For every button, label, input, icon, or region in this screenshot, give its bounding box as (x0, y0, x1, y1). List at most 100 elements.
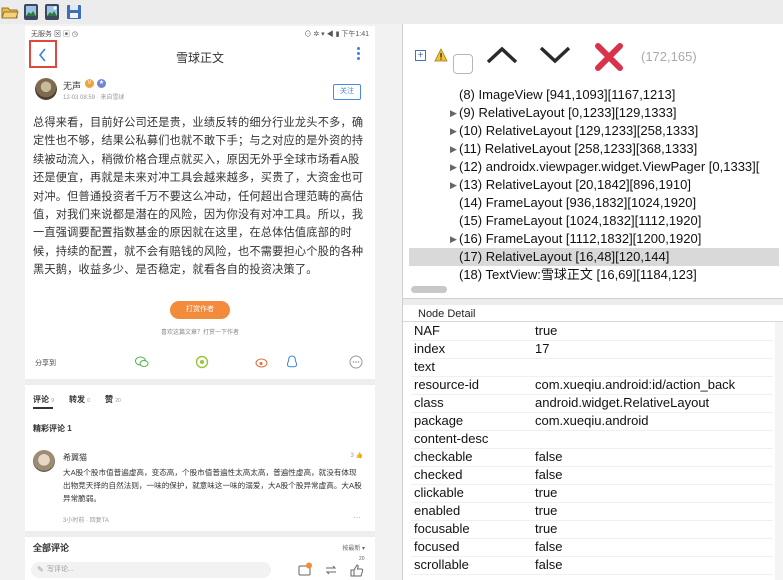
detail-value: true (535, 521, 558, 536)
detail-row[interactable]: checked false (411, 466, 773, 485)
detail-key: checked (414, 467, 463, 482)
expand-arrow-icon[interactable]: ▶ (450, 158, 457, 176)
detail-row[interactable]: scrollable false (411, 556, 773, 575)
comment-tabs: 评论 9 转发 0 赞 20 (33, 394, 333, 410)
expand-arrow-icon[interactable]: ▶ (450, 104, 457, 122)
more-share-icon[interactable] (349, 355, 363, 369)
more-options-icon[interactable] (357, 47, 361, 62)
chevron-down-icon[interactable] (538, 44, 572, 66)
cursor-coordinates: (172,165) (641, 49, 697, 64)
detail-value: false (535, 449, 563, 464)
commenter-name[interactable]: 希翼猫 (63, 452, 87, 463)
write-comment-input[interactable]: ✎ 写评论... (31, 562, 271, 578)
detail-row[interactable]: class android.widget.RelativeLayout (411, 394, 773, 413)
filter-checkbox[interactable] (453, 54, 473, 74)
like-icon[interactable] (349, 562, 365, 578)
comment-item: 希翼猫 3 👍 大A股个股市值普遍虚高，变态高，个股市值普遍性太高太高，普遍性虚… (33, 448, 367, 528)
comment-icon[interactable] (297, 562, 313, 578)
comment-meta[interactable]: 3小时前 · 回复TA (63, 515, 109, 524)
weibo-icon[interactable] (255, 355, 269, 369)
moments-icon[interactable] (195, 355, 209, 369)
tree-node[interactable]: ▶ (13) RelativeLayout [20,1842][896,1910] (403, 176, 783, 194)
detail-row[interactable]: enabled true (411, 502, 773, 521)
detail-row[interactable]: checkable false (411, 448, 773, 467)
device-screenshot-icon[interactable] (22, 3, 40, 21)
tab-reposts[interactable]: 转发 0 (69, 394, 90, 405)
expand-arrow-icon[interactable]: ▶ (450, 122, 457, 140)
comment-more-icon[interactable]: ··· (353, 513, 361, 522)
detail-key: resource-id (414, 377, 480, 392)
detail-key: class (414, 395, 444, 410)
tab-comments[interactable]: 评论 9 (33, 394, 54, 405)
expand-arrow-icon[interactable]: ▶ (450, 230, 457, 248)
author-name[interactable]: 无声 (63, 79, 81, 92)
tree-node[interactable]: (15) FrameLayout [1024,1832][1112,1920] (403, 212, 783, 230)
comment-like-button[interactable]: 3 👍 (351, 452, 364, 459)
device-screenshot-compressed-icon[interactable] (43, 3, 61, 21)
detail-value: false (535, 467, 563, 482)
detail-row[interactable]: NAF true (411, 322, 773, 341)
open-folder-icon[interactable] (1, 3, 19, 21)
tree-toolbar: + (172,165) (403, 24, 783, 86)
detail-row[interactable]: resource-id com.xueqiu.android:id/action_… (411, 376, 773, 395)
save-icon[interactable] (65, 3, 83, 21)
tree-node-label: (12) androidx.viewpager.widget.ViewPager… (459, 159, 760, 174)
detail-row[interactable]: package com.xueqiu.android (411, 412, 773, 431)
phone-screen[interactable]: 无服务 ⊠ ▣ ◷ ⊙ ✲ ▾ ◀ ▮ 下午1:41 雪球正文 无声 V ★ 1… (25, 26, 375, 580)
vertical-scrollbar[interactable] (775, 322, 783, 580)
detail-row[interactable]: focused false (411, 538, 773, 557)
detail-row[interactable]: content-desc (411, 430, 773, 449)
reward-author-button[interactable]: 打赏作者 (170, 301, 230, 319)
commenter-avatar[interactable] (33, 450, 55, 472)
status-bar: 无服务 ⊠ ▣ ◷ ⊙ ✲ ▾ ◀ ▮ 下午1:41 (25, 26, 375, 40)
tree-node[interactable]: (17) RelativeLayout [16,48][120,144] (409, 248, 779, 266)
tree-node-label: (10) RelativeLayout [129,1233][258,1333] (459, 123, 699, 138)
tree-node[interactable]: ▶ (9) RelativeLayout [0,1233][129,1333] (403, 104, 783, 122)
main-toolbar (0, 0, 783, 24)
page-title: 雪球正文 (175, 51, 224, 65)
expand-arrow-icon[interactable]: ▶ (450, 140, 457, 158)
qq-icon[interactable] (285, 355, 299, 369)
detail-key: focusable (414, 521, 470, 536)
star-badge-icon: ★ (97, 79, 106, 88)
clear-selection-icon[interactable] (593, 41, 625, 73)
chevron-up-icon[interactable] (485, 44, 519, 66)
tree-node[interactable]: (8) ImageView [941,1093][1167,1213] (403, 86, 783, 104)
tree-node[interactable]: ▶ (16) FrameLayout [1112,1832][1200,1920] (403, 230, 783, 248)
detail-value: android.widget.RelativeLayout (535, 395, 710, 410)
detail-row[interactable]: clickable true (411, 484, 773, 503)
detail-key: scrollable (414, 557, 469, 572)
detail-key: clickable (414, 485, 464, 500)
tab-comments-count: 9 (51, 398, 55, 404)
detail-value: 17 (535, 341, 550, 356)
expand-all-icon[interactable]: + (415, 50, 426, 61)
tree-node[interactable]: (18) TextView:雪球正文 [16,69][1184,123] (403, 266, 783, 284)
tree-node-label: (15) FrameLayout [1024,1832][1112,1920] (459, 213, 702, 228)
node-detail-panel: Node Detail NAF true index 17 text resource-i… (403, 305, 783, 580)
detail-value: true (535, 485, 558, 500)
detail-row[interactable]: index 17 (411, 340, 773, 359)
expand-arrow-icon[interactable]: ▶ (450, 176, 457, 194)
detail-row[interactable]: focusable true (411, 520, 773, 539)
tree-node[interactable]: (14) FrameLayout [936,1832][1024,1920] (403, 194, 783, 212)
status-right: ⊙ ✲ ▾ ◀ ▮ 下午1:41 (304, 31, 369, 38)
warning-icon[interactable] (434, 48, 448, 62)
wechat-icon[interactable] (135, 355, 149, 369)
section-divider-2 (25, 531, 375, 537)
follow-button[interactable]: 关注 (333, 84, 361, 100)
avatar[interactable] (35, 78, 57, 100)
device-screen-panel: 无服务 ⊠ ▣ ◷ ⊙ ✲ ▾ ◀ ▮ 下午1:41 雪球正文 无声 V ★ 1… (0, 24, 403, 580)
pen-icon: ✎ (37, 565, 44, 574)
horizontal-scrollbar[interactable] (411, 286, 447, 293)
hierarchy-tree[interactable]: (8) ImageView [941,1093][1167,1213] ▶ (9) … (403, 86, 783, 284)
author-header: 无声 V ★ 12-03 08:59 · 来自雪球 关注 (35, 78, 365, 108)
tree-node[interactable]: ▶ (11) RelativeLayout [258,1233][368,1333… (403, 140, 783, 158)
tab-likes[interactable]: 赞 20 (105, 394, 121, 405)
tree-node[interactable]: ▶ (10) RelativeLayout [129,1233][258,1333… (403, 122, 783, 140)
share-label: 分享到 (35, 360, 56, 367)
repost-icon[interactable] (323, 562, 339, 578)
detail-row[interactable]: text (411, 358, 773, 377)
tree-node[interactable]: ▶ (12) androidx.viewpager.widget.ViewPage… (403, 158, 783, 176)
detail-key: package (414, 413, 464, 428)
sort-dropdown[interactable]: 按最新 ▾ (342, 543, 365, 552)
